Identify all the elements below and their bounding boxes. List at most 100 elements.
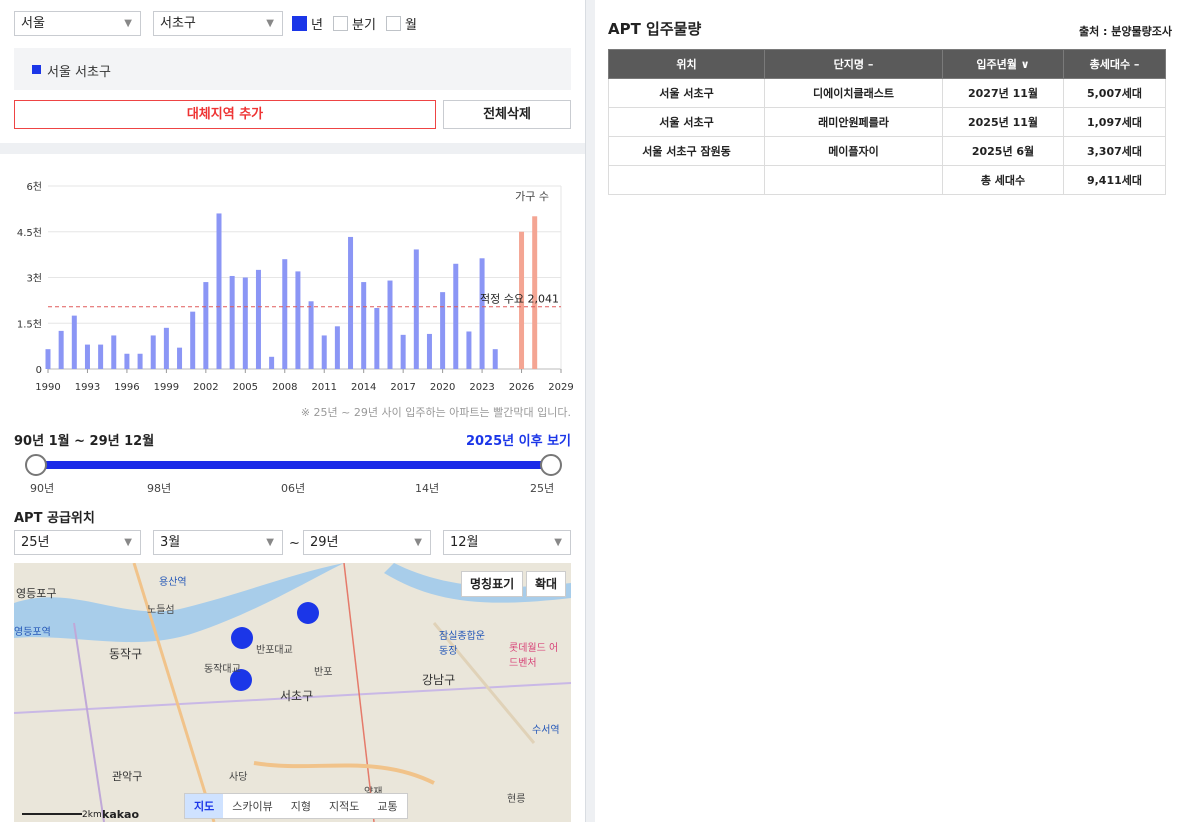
table-header-row: 위치 단지명 – 입주년월 ∨ 총세대수 – — [608, 49, 1166, 79]
supply-location-title: APT 공급위치 — [14, 511, 95, 526]
to-month-value: 12월 — [450, 535, 479, 550]
bar — [98, 344, 104, 369]
from-month-select[interactable]: 3월 ▼ — [153, 530, 283, 555]
map-label: 사당 — [229, 772, 248, 783]
bar — [374, 308, 380, 369]
x-tick-label: 2008 — [272, 382, 297, 393]
period-month-label: 월 — [405, 18, 417, 33]
chevron-down-icon: ▼ — [124, 18, 132, 29]
map-label: 영등포구 — [16, 587, 57, 600]
y-tick-label: 1.5천 — [17, 318, 42, 330]
panel-divider — [585, 0, 595, 822]
bar — [150, 335, 156, 369]
column-location: 위치 — [608, 49, 765, 79]
period-quarter-label: 분기 — [352, 18, 376, 33]
cell-complex-name: 디에이치클래스트 — [764, 78, 943, 108]
chart-legend-label: 가구 수 — [515, 190, 549, 203]
period-year-checkbox[interactable]: 년 — [292, 14, 323, 33]
from-year-value: 25년 — [21, 535, 50, 550]
selected-region-label: 서울 서초구 — [47, 65, 111, 80]
x-tick-label: 2011 — [312, 382, 337, 393]
district-select[interactable]: 서초구 ▼ — [153, 11, 283, 36]
reference-line-label: 적정 수요 2,041 — [480, 293, 559, 306]
bar — [479, 258, 485, 369]
checkbox-checked-icon — [292, 16, 307, 31]
bar — [492, 349, 498, 369]
bar — [282, 259, 288, 369]
map-label: 잠실종합운동장 — [439, 631, 485, 657]
chart-note: ※ 25년 ~ 29년 사이 입주하는 아파트는 빨간막대 입니다. — [300, 406, 571, 419]
bar — [45, 349, 51, 369]
column-move-in-date[interactable]: 입주년월 ∨ — [942, 49, 1064, 79]
bar — [124, 353, 130, 369]
region-marker-icon — [32, 65, 41, 74]
after-2025-link[interactable]: 2025년 이후 보기 — [466, 430, 571, 449]
map-label: 관악구 — [112, 770, 143, 783]
bar — [413, 249, 419, 369]
cell-move-in-date: 2027년 11월 — [942, 78, 1064, 108]
x-tick-label: 2026 — [509, 382, 534, 393]
map-label: 동작대교 — [204, 664, 241, 675]
column-complex-name[interactable]: 단지명 – — [764, 49, 943, 79]
slider-tick-label: 14년 — [415, 482, 440, 495]
bar — [361, 282, 367, 369]
bar — [466, 331, 472, 369]
checkbox-icon — [386, 16, 401, 31]
district-select-value: 서초구 — [160, 16, 196, 31]
toggle-labels-button[interactable]: 명칭표기 — [461, 571, 524, 597]
map-label: 동작구 — [109, 647, 143, 661]
to-year-value: 29년 — [310, 535, 339, 550]
bar — [203, 282, 209, 369]
kakao-logo: kakao — [102, 808, 140, 821]
tab-skyview[interactable]: 스카이뷰 — [223, 794, 281, 818]
x-tick-label: 1990 — [35, 382, 60, 393]
column-total-units[interactable]: 총세대수 – — [1063, 49, 1166, 79]
bar — [111, 335, 117, 369]
selected-region-box: 서울 서초구 — [14, 48, 571, 90]
cell-empty — [764, 165, 943, 195]
add-region-button[interactable]: 대체지역 추가 — [14, 100, 436, 129]
map-label: 노들섬 — [147, 605, 175, 616]
cell-location: 서울 서초구 잠원동 — [608, 136, 765, 166]
bar — [334, 326, 340, 369]
to-year-select[interactable]: 29년 ▼ — [303, 530, 431, 555]
bar — [216, 213, 222, 369]
map-label: 용산역 — [159, 577, 187, 588]
chevron-down-icon: ▼ — [414, 537, 422, 548]
apt-supply-table: 위치 단지명 – 입주년월 ∨ 총세대수 – 서울 서초구 디에이치클래스트 2… — [608, 49, 1166, 195]
tab-map[interactable]: 지도 — [185, 794, 224, 818]
from-year-select[interactable]: 25년 ▼ — [14, 530, 141, 555]
range-slider-track[interactable] — [36, 461, 551, 469]
cell-move-in-date: 2025년 11월 — [942, 107, 1064, 137]
checkbox-icon — [333, 16, 348, 31]
chevron-down-icon: ▼ — [124, 537, 132, 548]
to-month-select[interactable]: 12월 ▼ — [443, 530, 571, 555]
tab-traffic[interactable]: 교통 — [368, 794, 406, 818]
period-quarter-checkbox[interactable]: 분기 — [333, 14, 376, 33]
clear-all-button[interactable]: 전체삭제 — [443, 100, 571, 129]
bar — [255, 269, 261, 369]
map-type-tabs: 지도 스카이뷰 지형 지적도 교통 — [184, 793, 408, 819]
bar — [387, 280, 393, 369]
right-panel: APT 입주물량 출처 : 분양물량조사 위치 단지명 – 입주년월 ∨ 총세대… — [595, 0, 1182, 822]
map-label: 현릉 — [507, 794, 526, 805]
bar — [308, 301, 314, 369]
bar — [400, 334, 406, 369]
bar — [453, 263, 459, 369]
tab-cadastral[interactable]: 지적도 — [320, 794, 368, 818]
chevron-down-icon: ▼ — [266, 537, 274, 548]
period-month-checkbox[interactable]: 월 — [386, 14, 417, 33]
city-select[interactable]: 서울 ▼ — [14, 11, 141, 36]
table-total-row: 총 세대수 9,411세대 — [608, 165, 1166, 195]
range-slider-end-handle[interactable] — [540, 454, 562, 476]
map-label: 서초구 — [280, 689, 314, 703]
tab-terrain[interactable]: 지형 — [282, 794, 320, 818]
cell-total-units: 3,307세대 — [1063, 136, 1166, 166]
map-label: 반포대교 — [256, 645, 293, 656]
map-scale-label: 2km — [82, 810, 102, 820]
supply-map[interactable]: 영등포구 영등포역 노들섬 용산역 동작구 반포대교 동작대교 반포 서초구 강… — [14, 563, 571, 822]
range-slider-start-handle[interactable] — [25, 454, 47, 476]
map-zoom-button[interactable]: 확대 — [526, 571, 567, 597]
from-month-value: 3월 — [160, 535, 181, 550]
bar — [229, 275, 235, 369]
